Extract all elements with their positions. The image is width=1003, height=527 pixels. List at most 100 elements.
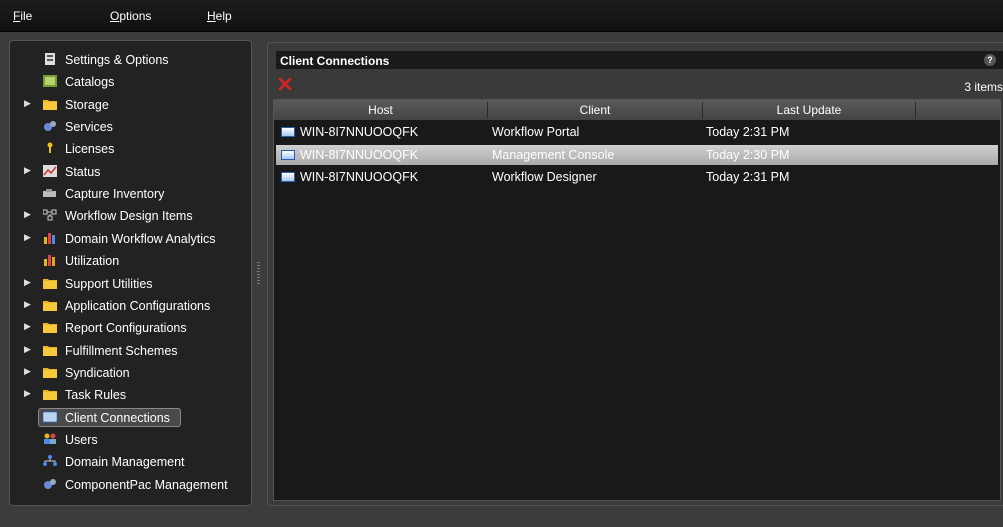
sidebar-item-settings-options[interactable]: Settings & Options	[10, 49, 251, 71]
sidebar-item-componentpac-management[interactable]: ComponentPac Management	[10, 474, 251, 496]
column-divider[interactable]	[915, 102, 916, 118]
sidebar-item-label: Users	[65, 432, 98, 447]
menu-bar: File Options Help	[0, 0, 1003, 32]
sidebar-item-label: Application Configurations	[65, 298, 211, 313]
sidebar-item-report-configurations[interactable]: ▶ Report Configurations	[10, 317, 251, 339]
catalogs-icon	[43, 75, 57, 88]
folder-icon	[43, 299, 57, 311]
monitor-icon	[42, 411, 58, 423]
folder-icon	[43, 388, 57, 401]
expand-arrow-icon[interactable]: ▶	[24, 344, 31, 355]
sidebar-item-task-rules[interactable]: ▶ Task Rules	[10, 384, 251, 406]
table-row[interactable]: WIN-8I7NNUOOQFK Workflow Portal Today 2:31…	[276, 122, 998, 142]
cell-host: WIN-8I7NNUOOQFK	[300, 147, 419, 162]
cell-last-update: Today 2:31 PM	[706, 125, 790, 139]
sidebar-item-catalogs[interactable]: Catalogs	[10, 71, 251, 93]
expand-arrow-icon[interactable]: ▶	[24, 98, 31, 109]
monitor-icon	[281, 149, 295, 160]
sidebar-item-label: Report Configurations	[65, 321, 187, 336]
expand-arrow-icon[interactable]: ▶	[24, 366, 31, 377]
cell-last-update: Today 2:30 PM	[706, 147, 790, 162]
sidebar-item-services[interactable]: Services	[10, 116, 251, 138]
sidebar-item-capture-inventory[interactable]: Capture Inventory	[10, 183, 251, 205]
column-header-host[interactable]: Host	[274, 103, 487, 117]
sidebar-item-client-connections[interactable]: Client Connections	[10, 407, 251, 429]
sidebar-item-label: Catalogs	[65, 75, 115, 90]
folder-icon	[43, 98, 57, 110]
sidebar-item-label: Domain Management	[65, 455, 185, 470]
sidebar-item-status[interactable]: ▶ Status	[10, 161, 251, 183]
sidebar-item-label: Support Utilities	[65, 276, 153, 291]
column-header-last-update[interactable]: Last Update	[703, 103, 915, 117]
sidebar-item-syndication[interactable]: ▶ Syndication	[10, 362, 251, 384]
sidebar-item-label: Capture Inventory	[65, 187, 165, 202]
sidebar-item-label: Domain Workflow Analytics	[65, 231, 216, 246]
sidebar-item-label: Licenses	[65, 142, 115, 157]
sidebar-item-label: Storage	[65, 97, 109, 112]
folder-icon	[43, 344, 57, 356]
sidebar-item-label: Fulfillment Schemes	[65, 343, 178, 358]
sidebar-item-domain-management[interactable]: Domain Management	[10, 451, 251, 473]
item-count: 3 items	[964, 80, 1003, 94]
sidebar-item-users[interactable]: Users	[10, 429, 251, 451]
menu-options[interactable]: Options	[110, 9, 151, 23]
table-row[interactable]: WIN-8I7NNUOOQFK Workflow Designer Today 2:…	[276, 167, 998, 187]
folder-icon	[43, 321, 57, 334]
analytics-icon	[43, 232, 57, 244]
panel-header: Client Connections ?	[276, 51, 1003, 69]
sidebar-item-label: Status	[65, 164, 101, 179]
sidebar-item-application-configurations[interactable]: ▶ Application Configurations	[10, 295, 251, 317]
sidebar-item-label: Syndication	[65, 365, 130, 380]
capture-icon	[43, 187, 57, 199]
column-header-client[interactable]: Client	[488, 103, 702, 117]
sidebar-item-utilization[interactable]: Utilization	[10, 250, 251, 272]
services-icon	[43, 120, 57, 132]
help-icon[interactable]: ?	[984, 54, 996, 66]
table-row[interactable]: WIN-8I7NNUOOQFK Management Console Today 2…	[276, 144, 998, 165]
expand-arrow-icon[interactable]: ▶	[24, 388, 31, 399]
delete-icon[interactable]	[278, 77, 292, 91]
cell-client: Management Console	[492, 147, 615, 162]
sidebar-item-label: Utilization	[65, 254, 120, 269]
expand-arrow-icon[interactable]: ▶	[24, 299, 31, 310]
workflow-icon	[42, 209, 57, 221]
panel-splitter[interactable]	[257, 262, 260, 284]
cell-last-update: Today 2:31 PM	[706, 170, 790, 184]
sidebar-item-label: Workflow Design Items	[65, 209, 193, 224]
utilization-icon	[43, 254, 57, 267]
status-bar	[0, 510, 1003, 527]
menu-file[interactable]: File	[13, 9, 32, 23]
cell-client: Workflow Designer	[492, 170, 597, 184]
status-chart-icon	[43, 164, 57, 177]
monitor-icon	[281, 172, 295, 182]
domain-icon	[43, 455, 57, 467]
menu-help[interactable]: Help	[207, 9, 232, 23]
sidebar-item-label: Services	[65, 120, 113, 135]
content-panel: Client Connections ? 3 items Host Client…	[267, 42, 1003, 506]
expand-arrow-icon[interactable]: ▶	[24, 321, 31, 332]
sidebar-item-domain-workflow-analytics[interactable]: ▶ Domain Workflow Analytics	[10, 228, 251, 250]
sidebar-item-support-utilities[interactable]: ▶ Support Utilities	[10, 273, 251, 295]
cell-host: WIN-8I7NNUOOQFK	[300, 125, 419, 139]
settings-icon	[43, 53, 57, 65]
connections-table: Host Client Last Update WIN-8I7NNUOOQFK W…	[273, 99, 1001, 501]
key-icon	[43, 142, 57, 154]
sidebar-item-label: ComponentPac Management	[65, 477, 228, 492]
sidebar-item-licenses[interactable]: Licenses	[10, 138, 251, 160]
sidebar-item-label: Task Rules	[65, 388, 127, 403]
table-header: Host Client Last Update	[274, 100, 1000, 120]
componentpac-icon	[43, 478, 57, 490]
navigation-panel: Settings & Options Catalogs ▶ Storage Servic…	[9, 40, 252, 506]
expand-arrow-icon[interactable]: ▶	[24, 277, 31, 288]
folder-icon	[43, 366, 57, 378]
cell-client: Workflow Portal	[492, 125, 580, 139]
sidebar-item-workflow-design-items[interactable]: ▶ Workflow Design Items	[10, 205, 251, 227]
monitor-icon	[281, 127, 295, 137]
expand-arrow-icon[interactable]: ▶	[24, 165, 31, 176]
sidebar-item-label: Client Connections	[65, 410, 170, 425]
sidebar-item-label: Settings & Options	[65, 53, 169, 67]
expand-arrow-icon[interactable]: ▶	[24, 232, 31, 243]
sidebar-item-storage[interactable]: ▶ Storage	[10, 94, 251, 116]
sidebar-item-fulfillment-schemes[interactable]: ▶ Fulfillment Schemes	[10, 340, 251, 362]
expand-arrow-icon[interactable]: ▶	[24, 209, 31, 220]
